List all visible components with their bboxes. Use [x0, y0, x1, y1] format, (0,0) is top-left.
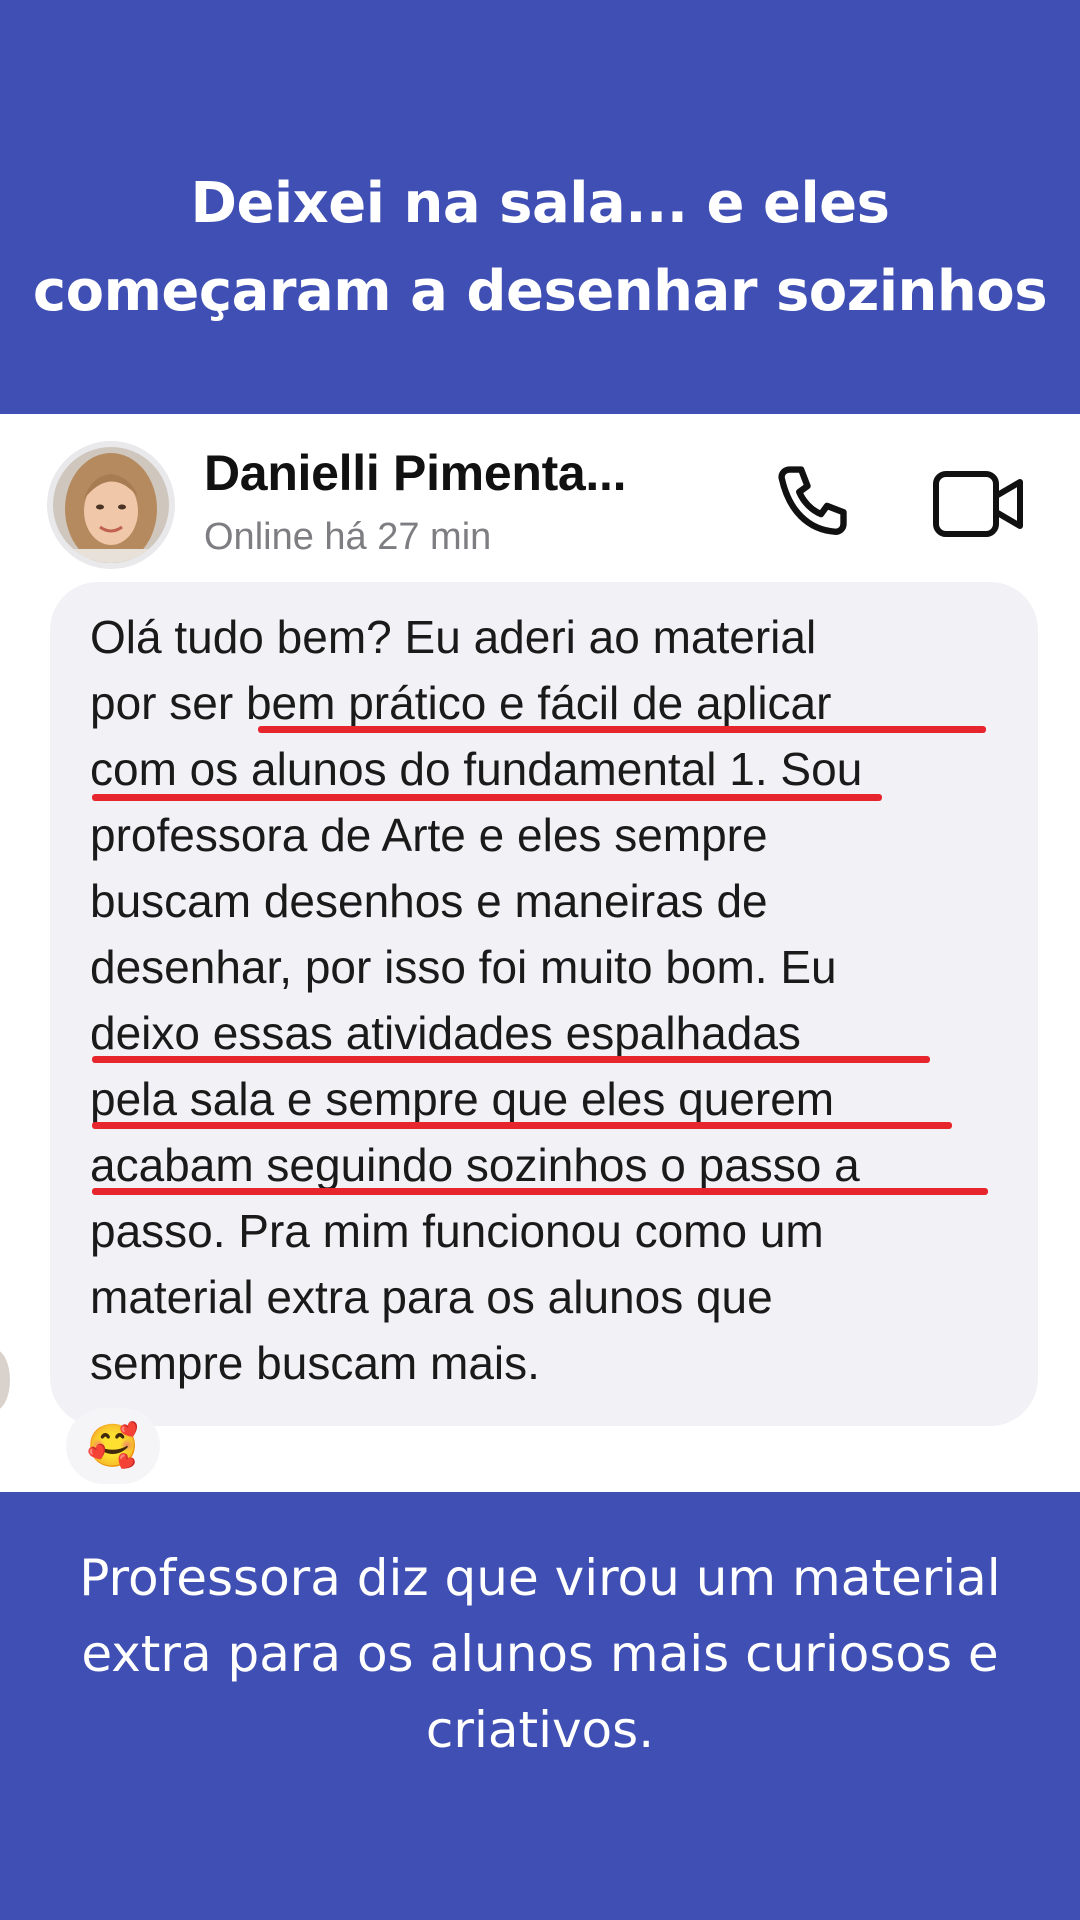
message-line: desenhar, por isso foi muito bom. Eu: [90, 941, 837, 993]
highlight-underline: [92, 794, 882, 801]
reaction-badge[interactable]: 🥰: [66, 1408, 160, 1484]
caption-line-3: criativos.: [425, 1701, 655, 1759]
headline-line-2: começaram a desenhar sozinhos: [32, 259, 1048, 324]
message-line: com os alunos do fundamental 1. Sou: [90, 743, 863, 795]
sender-avatar: [0, 1349, 10, 1411]
caption-line-2: extra para os alunos mais curiosos e: [81, 1625, 999, 1683]
message-line: buscam desenhos e maneiras de: [90, 875, 768, 927]
highlight-underline: [92, 1056, 930, 1063]
caption: Professora diz que virou um material ext…: [0, 1540, 1080, 1768]
caption-line-1: Professora diz que virou um material: [79, 1549, 1001, 1607]
message-line: Olá tudo bem? Eu aderi ao material: [90, 611, 817, 663]
avatar-photo: [53, 447, 169, 563]
chat-screenshot: Danielli Pimenta... Online há 27 min Olá…: [0, 414, 1080, 1492]
message-line: sempre buscam mais.: [90, 1337, 540, 1389]
contact-name[interactable]: Danielli Pimenta...: [204, 444, 627, 502]
highlight-underline: [92, 1188, 988, 1195]
phone-icon[interactable]: [770, 459, 860, 549]
message-line: professora de Arte e eles sempre: [90, 809, 768, 861]
message-line: material extra para os alunos que: [90, 1271, 773, 1323]
avatar[interactable]: [47, 441, 175, 569]
video-camera-icon[interactable]: [930, 464, 1026, 544]
headline: Deixei na sala... e eles começaram a des…: [0, 160, 1080, 336]
headline-line-1: Deixei na sala... e eles: [190, 171, 891, 236]
highlight-underline: [258, 726, 986, 733]
message-text: Olá tudo bem? Eu aderi ao material por s…: [90, 604, 1010, 1396]
message-line: passo. Pra mim funcionou como um: [90, 1205, 824, 1257]
testimonial-page: Deixei na sala... e eles começaram a des…: [0, 0, 1080, 1920]
highlight-underline: [92, 1122, 952, 1129]
contact-status: Online há 27 min: [204, 516, 492, 558]
